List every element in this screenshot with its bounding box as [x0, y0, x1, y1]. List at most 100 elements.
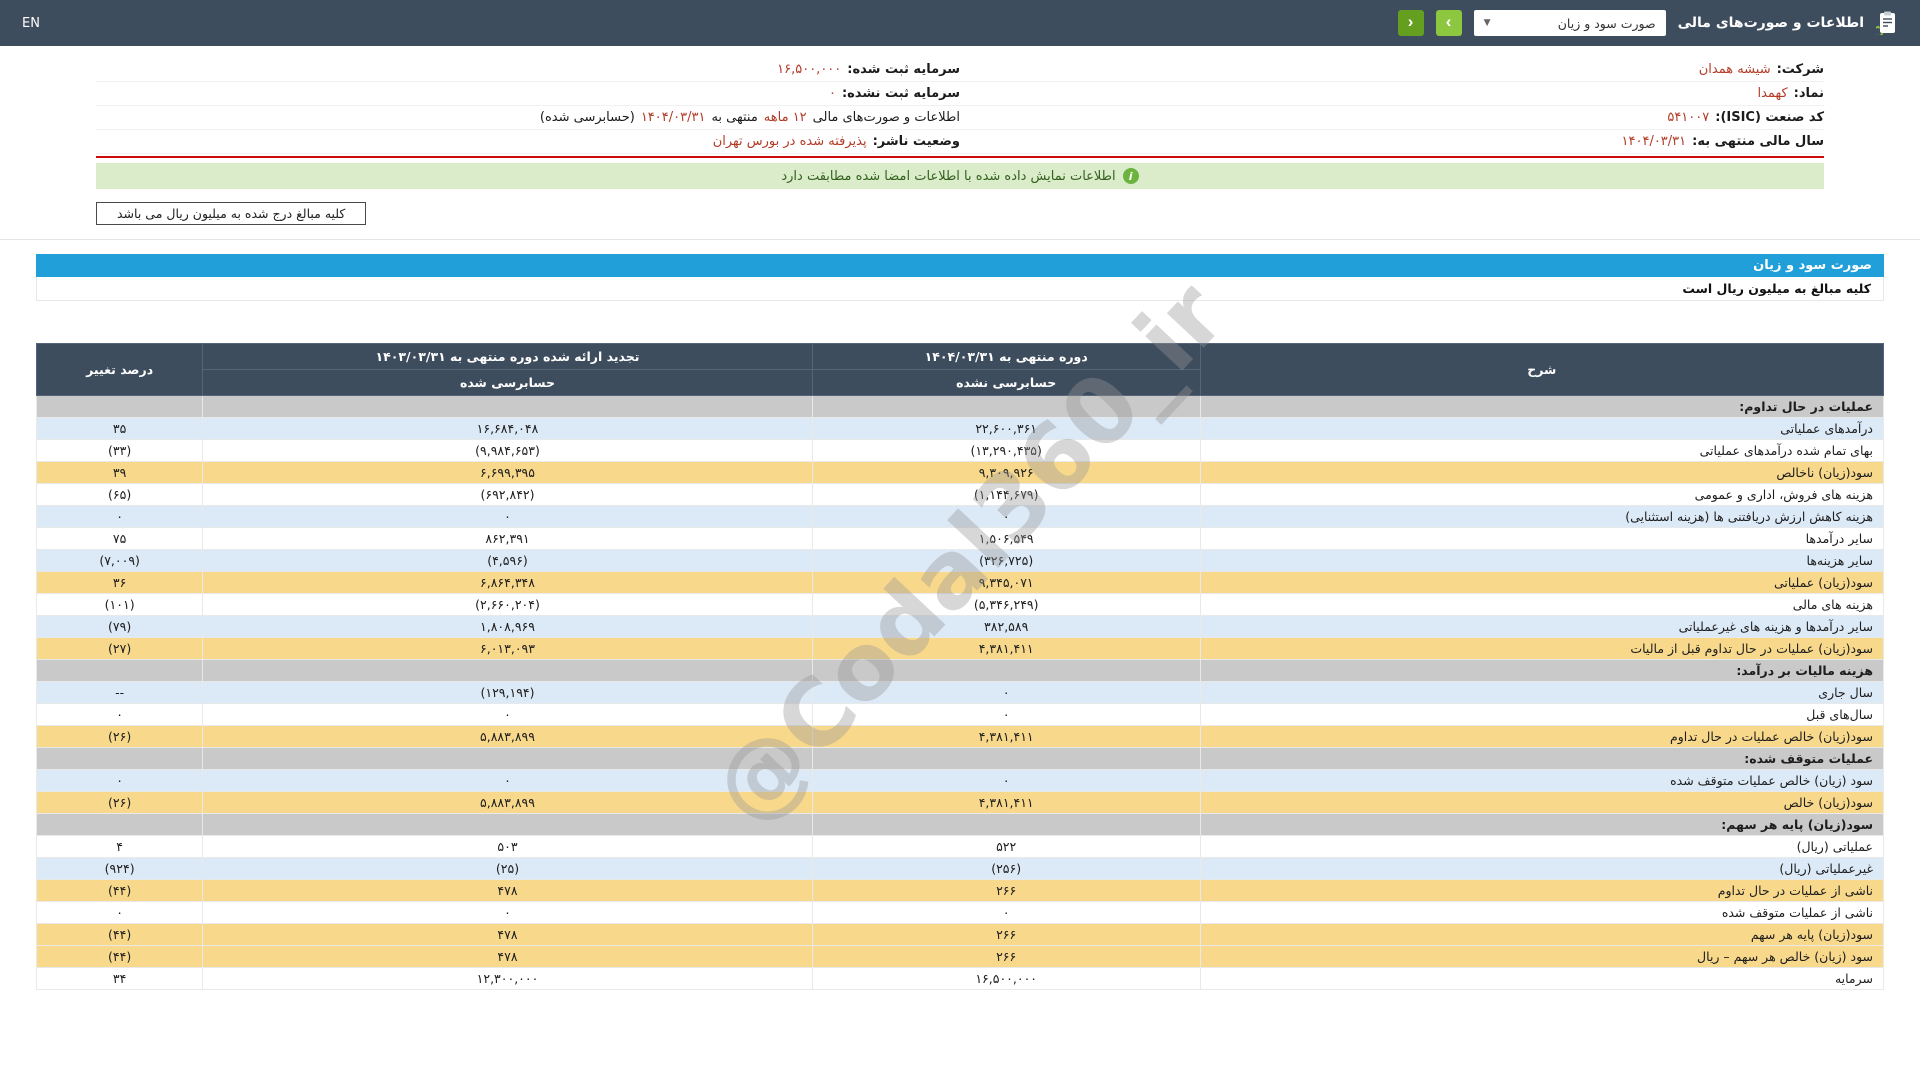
row-label: سایر هزینه‌ها	[1200, 550, 1883, 572]
statement-title-bar: صورت سود و زیان	[36, 254, 1884, 277]
statement-row: سود(زیان) عملیات در حال تداوم قبل از مال…	[37, 638, 1884, 660]
row-value: ۴,۳۸۱,۴۱۱	[812, 638, 1200, 660]
field-label: شرکت:	[1777, 62, 1824, 77]
row-value: ۰	[37, 770, 203, 792]
statement-type-selected-value: صورت سود و زیان	[1558, 16, 1656, 31]
row-value: (۳۳)	[37, 440, 203, 462]
row-value: ۰	[203, 902, 813, 924]
row-value: (۲,۶۶۰,۲۰۴)	[203, 594, 813, 616]
isic-code-field: کد صنعت (ISIC): ۵۴۱۰۰۷	[960, 106, 1824, 130]
row-value: (۳۲۶,۷۲۵)	[812, 550, 1200, 572]
statement-row: سود(زیان) خالص عملیات در حال تداوم۴,۳۸۱,…	[37, 726, 1884, 748]
row-value	[812, 814, 1200, 836]
row-label: عملیات متوقف شده:	[1200, 748, 1883, 770]
row-value: ۶,۰۱۳,۰۹۳	[203, 638, 813, 660]
row-value: (۴,۵۹۶)	[203, 550, 813, 572]
row-label: هزینه کاهش ارزش دریافتنی ها (هزینه استثن…	[1200, 506, 1883, 528]
row-value: ۲۶۶	[812, 946, 1200, 968]
field-label: کد صنعت (ISIC):	[1715, 110, 1824, 125]
row-value: ۶,۶۹۹,۳۹۵	[203, 462, 813, 484]
statement-row: سال جاری۰(۱۲۹,۱۹۴)--	[37, 682, 1884, 704]
col-subheader-unaudited: حسابرسی نشده	[812, 370, 1200, 396]
row-value	[812, 396, 1200, 418]
row-value: (۶۹۲,۸۴۲)	[203, 484, 813, 506]
statement-row: سود(زیان) پایه هر سهم۲۶۶۴۷۸(۴۴)	[37, 924, 1884, 946]
row-label: سود(زیان) خالص	[1200, 792, 1883, 814]
row-value: ۳۸۲,۵۸۹	[812, 616, 1200, 638]
row-value: ۰	[203, 704, 813, 726]
row-value: ۴,۳۸۱,۴۱۱	[812, 792, 1200, 814]
col-header-description: شرح	[1200, 344, 1883, 396]
statement-type-select[interactable]: صورت سود و زیان ▼	[1474, 10, 1666, 36]
row-label: عملیاتی (ریال)	[1200, 836, 1883, 858]
header-red-divider	[96, 156, 1824, 158]
row-value: ۵۲۲	[812, 836, 1200, 858]
row-value: (۱۲۹,۱۹۴)	[203, 682, 813, 704]
row-value: ۴	[37, 836, 203, 858]
period-text: منتهی به	[711, 110, 757, 125]
row-value	[203, 748, 813, 770]
row-value: ۴۷۸	[203, 880, 813, 902]
row-value: (۶۵)	[37, 484, 203, 506]
row-value: (۴۴)	[37, 924, 203, 946]
statement-row: سود(زیان) عملیاتی۹,۳۴۵,۰۷۱۶,۸۶۴,۳۴۸۳۶	[37, 572, 1884, 594]
row-value: ۱۶,۵۰۰,۰۰۰	[812, 968, 1200, 990]
field-value: پذیرفته شده در بورس تهران	[713, 134, 867, 149]
row-value: ۹,۳۰۹,۹۲۶	[812, 462, 1200, 484]
period-date: ۱۴۰۴/۰۳/۳۱	[641, 110, 706, 125]
language-toggle-en[interactable]: EN	[22, 16, 40, 31]
row-value: (۲۵)	[203, 858, 813, 880]
statement-row: عملیاتی (ریال)۵۲۲۵۰۳۴	[37, 836, 1884, 858]
next-statement-button[interactable]: ›	[1436, 10, 1462, 36]
row-label: ناشی از عملیات متوقف شده	[1200, 902, 1883, 924]
row-value: ۰	[812, 682, 1200, 704]
row-label: سود (زیان) خالص هر سهم – ریال	[1200, 946, 1883, 968]
fiscal-year-field: سال مالی منتهی به: ۱۴۰۴/۰۳/۳۱	[960, 130, 1824, 154]
row-value: ۰	[37, 506, 203, 528]
signature-match-banner: i اطلاعات نمایش داده شده با اطلاعات امضا…	[96, 163, 1824, 189]
row-label: سود(زیان) ناخالص	[1200, 462, 1883, 484]
row-value: ۴۷۸	[203, 924, 813, 946]
row-value	[37, 748, 203, 770]
row-label: عملیات در حال تداوم:	[1200, 396, 1883, 418]
row-value: ۳۶	[37, 572, 203, 594]
row-value	[203, 814, 813, 836]
row-value	[37, 814, 203, 836]
company-info-right-column: شرکت: شیشه همدان نماد: کهمدا کد صنعت (IS…	[960, 58, 1824, 154]
row-value: --	[37, 682, 203, 704]
statement-row: سرمایه۱۶,۵۰۰,۰۰۰۱۲,۳۰۰,۰۰۰۳۴	[37, 968, 1884, 990]
statement-row: سود(زیان) ناخالص۹,۳۰۹,۹۲۶۶,۶۹۹,۳۹۵۳۹	[37, 462, 1884, 484]
statement-period-field: اطلاعات و صورت‌های مالی ۱۲ ماهه منتهی به…	[96, 106, 960, 130]
statement-row: سال‌های قبل۰۰۰	[37, 704, 1884, 726]
statement-table-body: عملیات در حال تداوم:درآمدهای عملیاتی۲۲,۶…	[37, 396, 1884, 990]
row-value: ۳۹	[37, 462, 203, 484]
row-label: سود (زیان) خالص عملیات متوقف شده	[1200, 770, 1883, 792]
topbar-title: اطلاعات و صورت‌های مالی	[1678, 15, 1864, 31]
row-value	[37, 396, 203, 418]
row-label: سود(زیان) خالص عملیات در حال تداوم	[1200, 726, 1883, 748]
row-value: (۹۲۴)	[37, 858, 203, 880]
unregistered-capital-field: سرمایه ثبت نشده: ۰	[96, 82, 960, 106]
col-header-prior-period: تجدید ارائه شده دوره منتهی به ۱۴۰۳/۰۳/۳۱	[203, 344, 813, 370]
row-value	[203, 660, 813, 682]
statement-row: درآمدهای عملیاتی۲۲,۶۰۰,۳۶۱۱۶,۶۸۴,۰۴۸۳۵	[37, 418, 1884, 440]
statement-row: هزینه های فروش، اداری و عمومی(۱,۱۴۴,۶۷۹)…	[37, 484, 1884, 506]
period-audited: (حسابرسی شده)	[540, 110, 635, 125]
company-name-field: شرکت: شیشه همدان	[960, 58, 1824, 82]
row-value: ۰	[203, 770, 813, 792]
row-label: هزینه های مالی	[1200, 594, 1883, 616]
row-value: (۱۰۱)	[37, 594, 203, 616]
financial-statements-icon	[1876, 11, 1898, 35]
prev-statement-button[interactable]: ‹	[1398, 10, 1424, 36]
field-value: ۵۴۱۰۰۷	[1667, 110, 1709, 125]
row-value: ۰	[37, 704, 203, 726]
field-label: سرمایه ثبت نشده:	[842, 86, 960, 101]
company-info-grid: شرکت: شیشه همدان نماد: کهمدا کد صنعت (IS…	[96, 58, 1824, 154]
row-value: (۲۶)	[37, 792, 203, 814]
field-value: ۱۶,۵۰۰,۰۰۰	[777, 62, 841, 77]
section-header-row: عملیات متوقف شده:	[37, 748, 1884, 770]
field-label: سرمایه ثبت شده:	[847, 62, 960, 77]
row-value: ۲۶۶	[812, 924, 1200, 946]
signature-match-text: اطلاعات نمایش داده شده با اطلاعات امضا ش…	[781, 169, 1115, 184]
statement-unit-note: کلیه مبالغ به میلیون ریال است	[36, 277, 1884, 301]
